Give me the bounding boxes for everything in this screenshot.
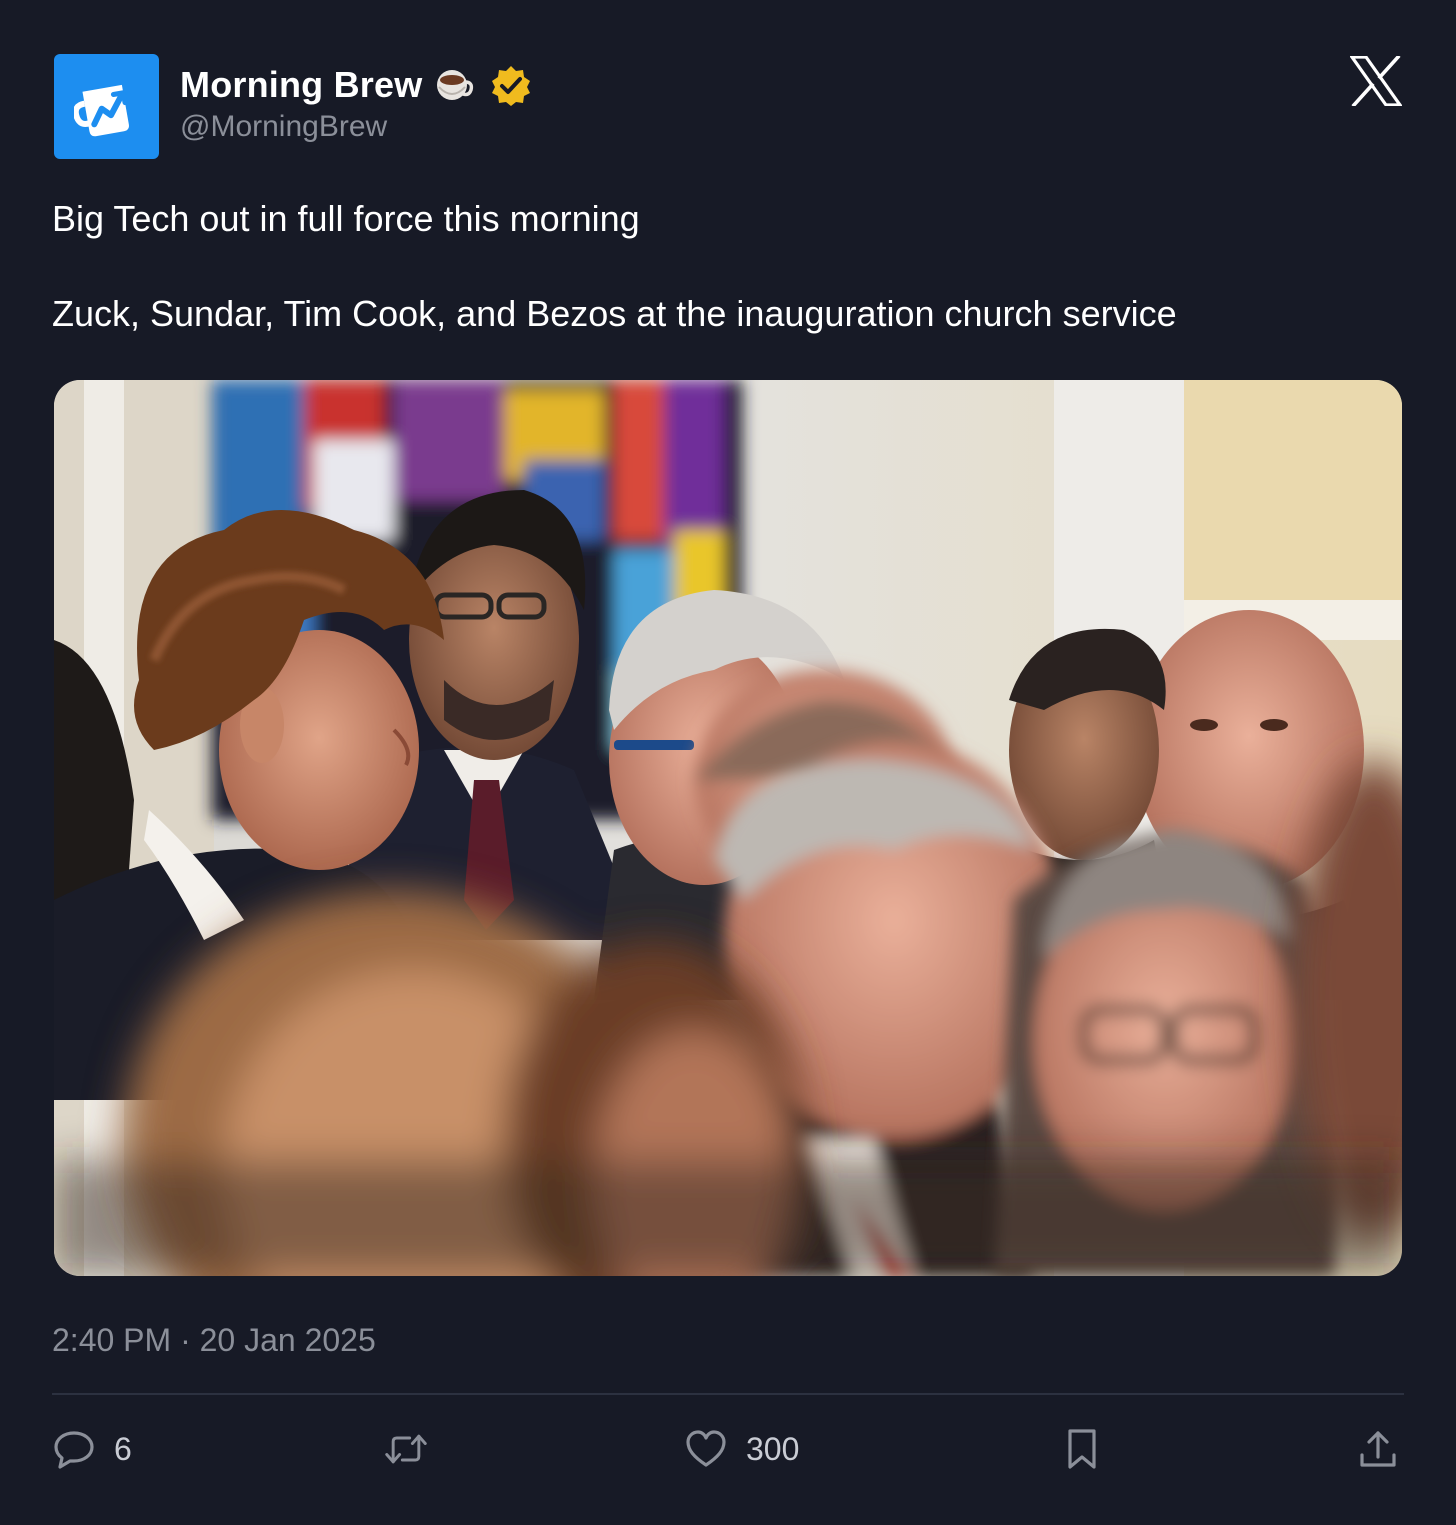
tweet-card: Morning Brew @MorningBrew Big Tech out i… <box>0 0 1456 1525</box>
divider <box>52 1393 1404 1395</box>
retweet-icon <box>385 1434 427 1464</box>
mug-logo-icon <box>73 84 129 136</box>
tweet-text-line-1: Big Tech out in full force this morning <box>52 198 640 239</box>
verified-badge-icon[interactable] <box>490 64 532 106</box>
author-handle[interactable]: @MorningBrew <box>180 110 387 144</box>
bookmark-icon <box>1068 1429 1096 1469</box>
share-icon <box>1360 1431 1396 1467</box>
avatar[interactable] <box>54 54 159 159</box>
tweet-timestamp[interactable]: 2:40 PM · 20 Jan 2025 <box>52 1322 376 1359</box>
photo-illustration <box>54 380 1402 1276</box>
heart-icon <box>686 1430 726 1467</box>
x-logo-icon[interactable] <box>1350 56 1402 106</box>
reply-button[interactable]: 6 <box>52 1424 132 1474</box>
coffee-cup-icon <box>437 70 474 100</box>
reply-icon <box>54 1431 94 1469</box>
author-name-row: Morning Brew <box>180 62 532 108</box>
tweet-photo[interactable] <box>54 380 1402 1276</box>
retweet-button[interactable] <box>384 1424 446 1474</box>
bookmark-button[interactable] <box>1060 1424 1104 1474</box>
like-button[interactable]: 300 <box>684 1424 799 1474</box>
author-display-name[interactable]: Morning Brew <box>180 64 422 106</box>
like-count: 300 <box>746 1430 800 1467</box>
tweet-text-line-2: Zuck, Sundar, Tim Cook, and Bezos at the… <box>52 293 1177 334</box>
reply-count: 6 <box>114 1430 132 1467</box>
share-button[interactable] <box>1356 1424 1400 1474</box>
